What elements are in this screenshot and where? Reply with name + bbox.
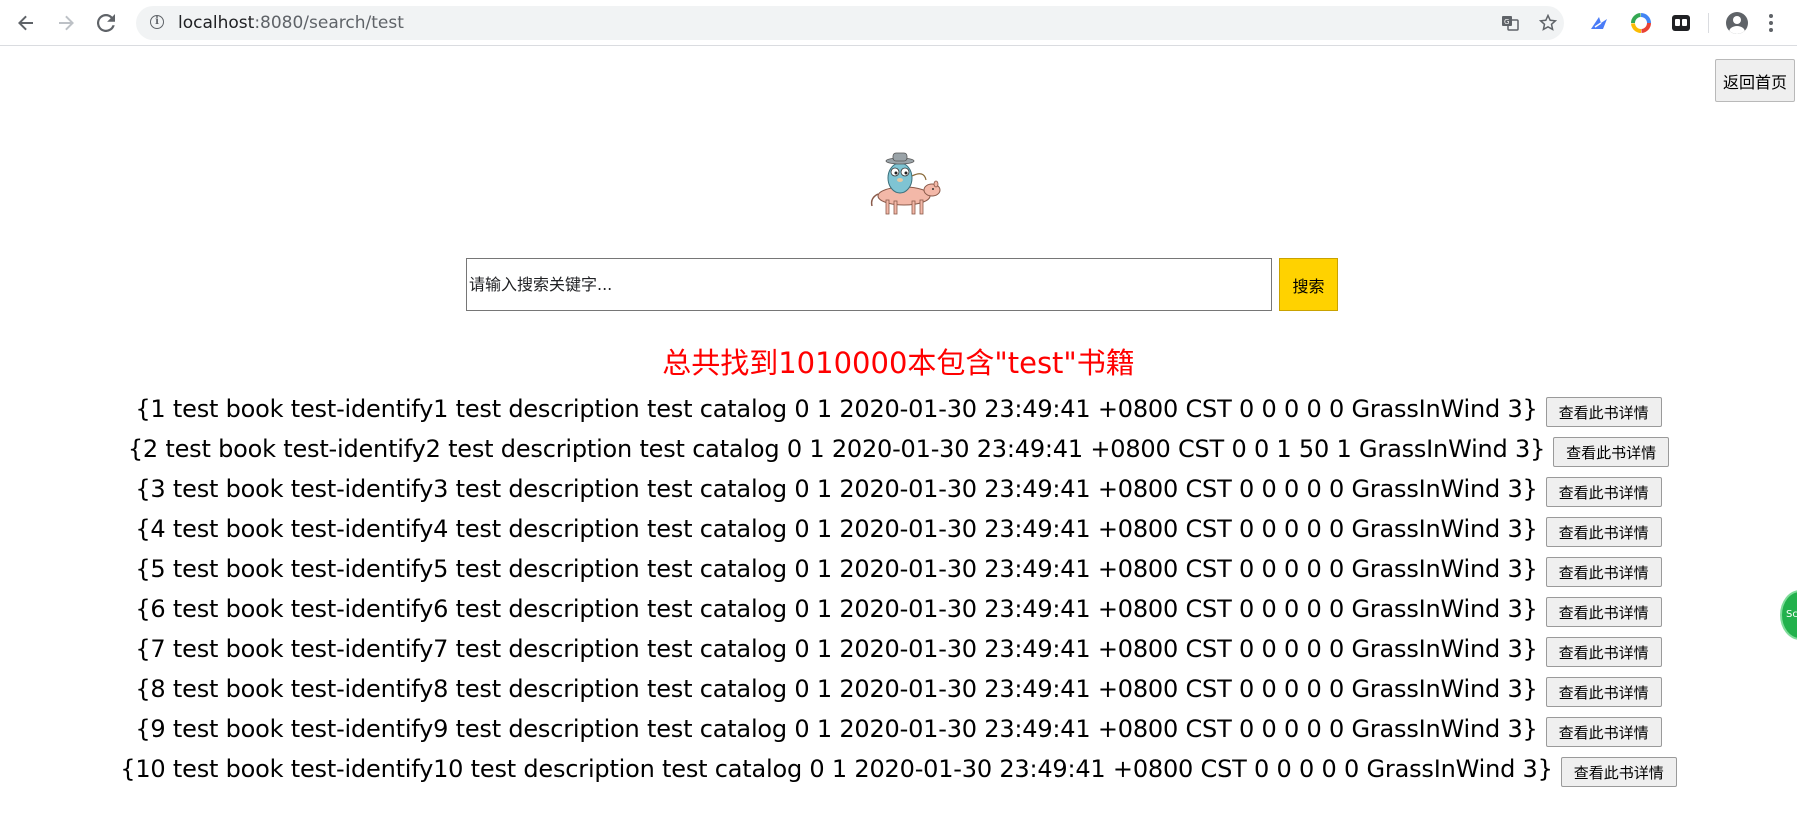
book-row: {5 test book test-identify5 test descrip… [0, 549, 1797, 589]
view-details-button[interactable]: 查看此书详情 [1545, 477, 1662, 507]
arrow-right-icon [59, 15, 74, 31]
book-row: {2 test book test-identify2 test descrip… [0, 429, 1797, 469]
address-bar[interactable]: i localhost:8080/search/test G [136, 6, 1564, 40]
book-text: {1 test book test-identify1 test descrip… [135, 395, 1538, 423]
book-text: {2 test book test-identify2 test descrip… [127, 435, 1546, 463]
search-input[interactable] [466, 258, 1272, 311]
gopher-logo [860, 150, 942, 218]
book-list: {1 test book test-identify1 test descrip… [0, 389, 1797, 789]
book-row: {4 test book test-identify4 test descrip… [0, 509, 1797, 549]
home-button[interactable]: 返回首页 [1715, 59, 1795, 102]
forward-button[interactable] [52, 9, 80, 37]
book-text: {10 test book test-identify10 test descr… [120, 755, 1553, 783]
book-text: {4 test book test-identify4 test descrip… [135, 515, 1538, 543]
extension-ring-icon[interactable] [1630, 12, 1652, 34]
book-row: {1 test book test-identify1 test descrip… [0, 389, 1797, 429]
url-text[interactable]: localhost:8080/search/test [178, 13, 404, 33]
book-text: {7 test book test-identify7 test descrip… [135, 635, 1538, 663]
url-path: :8080/search/test [254, 13, 404, 33]
view-details-button[interactable]: 查看此书详情 [1545, 637, 1662, 667]
view-details-button[interactable]: 查看此书详情 [1545, 397, 1662, 427]
book-row: {8 test book test-identify8 test descrip… [0, 669, 1797, 709]
book-text: {5 test book test-identify5 test descrip… [135, 555, 1538, 583]
book-text: {6 test book test-identify6 test descrip… [135, 595, 1538, 623]
book-row: {7 test book test-identify7 test descrip… [0, 629, 1797, 669]
arrow-left-icon [18, 15, 33, 31]
more-vert-icon[interactable] [1768, 12, 1774, 34]
extension-feather-icon[interactable] [1588, 12, 1610, 34]
back-button[interactable] [12, 9, 40, 37]
url-host: localhost [178, 13, 255, 33]
view-details-button[interactable]: 查看此书详情 [1553, 437, 1670, 467]
book-row: {10 test book test-identify10 test descr… [0, 749, 1797, 789]
reload-button[interactable] [92, 9, 120, 37]
book-text: {3 test book test-identify3 test descrip… [135, 475, 1538, 503]
book-row: {6 test book test-identify6 test descrip… [0, 589, 1797, 629]
svg-text:G: G [1504, 18, 1509, 26]
book-row: {9 test book test-identify9 test descrip… [0, 709, 1797, 749]
result-summary: 总共找到1010000本包含"test"书籍 [662, 346, 1135, 380]
search-button[interactable]: 搜索 [1279, 258, 1338, 311]
book-text: {9 test book test-identify9 test descrip… [135, 715, 1538, 743]
book-text: {8 test book test-identify8 test descrip… [135, 675, 1538, 703]
star-icon[interactable] [1538, 13, 1558, 34]
view-details-button[interactable]: 查看此书详情 [1545, 717, 1662, 747]
translate-icon[interactable]: G [1500, 14, 1520, 34]
book-row: {3 test book test-identify3 test descrip… [0, 469, 1797, 509]
browser-toolbar: i localhost:8080/search/test G [0, 0, 1797, 46]
extension-box-icon[interactable] [1670, 12, 1692, 34]
info-icon[interactable]: i [150, 15, 164, 29]
toolbar-separator [1708, 13, 1709, 33]
profile-avatar-icon[interactable] [1726, 12, 1748, 34]
view-details-button[interactable]: 查看此书详情 [1545, 517, 1662, 547]
view-details-button[interactable]: 查看此书详情 [1560, 757, 1677, 787]
view-details-button[interactable]: 查看此书详情 [1545, 677, 1662, 707]
reload-icon [97, 14, 115, 32]
view-details-button[interactable]: 查看此书详情 [1545, 597, 1662, 627]
view-details-button[interactable]: 查看此书详情 [1545, 557, 1662, 587]
